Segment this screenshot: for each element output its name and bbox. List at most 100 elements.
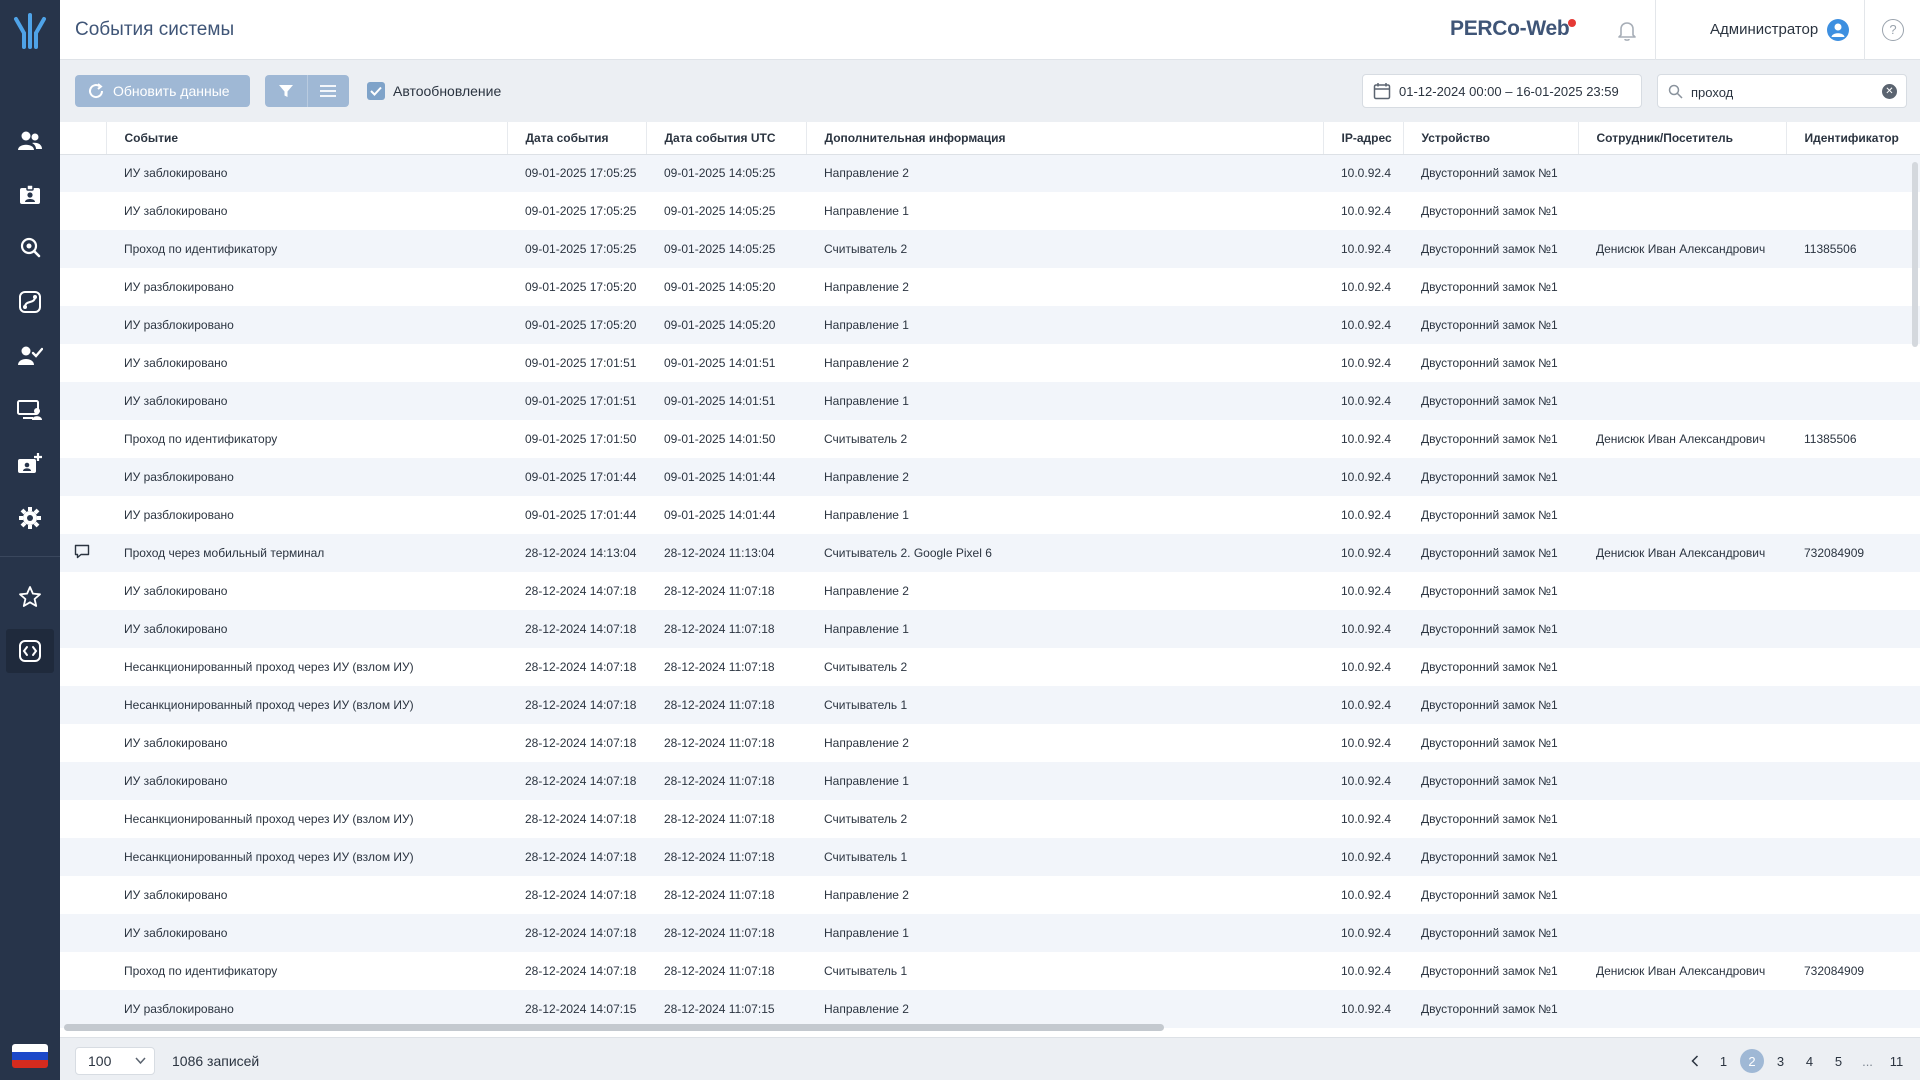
table-row[interactable]: Несанкционированный проход через ИУ (взл…: [60, 838, 1920, 876]
person-cell: [1578, 686, 1786, 724]
table-row[interactable]: ИУ заблокировано 28-12-2024 14:07:18 28-12…: [60, 572, 1920, 610]
table-row[interactable]: ИУ заблокировано 28-12-2024 14:07:18 28-12…: [60, 610, 1920, 648]
page-button[interactable]: 11: [1882, 1047, 1911, 1075]
table-row[interactable]: ИУ заблокировано 09-01-2025 17:05:25 09-01…: [60, 192, 1920, 230]
event-date-cell: 09-01-2025 17:01:44: [507, 496, 646, 534]
table-row[interactable]: ИУ заблокировано 28-12-2024 14:07:18 28-12…: [60, 876, 1920, 914]
table-row[interactable]: Проход через мобильный терминал 28-12-202…: [60, 534, 1920, 572]
id-card-add-icon[interactable]: [6, 442, 54, 486]
table-row[interactable]: Несанкционированный проход через ИУ (взл…: [60, 800, 1920, 838]
ip-column-header[interactable]: IP-адрес: [1323, 122, 1404, 155]
events-icon[interactable]: [0, 629, 60, 673]
chevron-right-icon[interactable]: [1911, 1047, 1920, 1075]
header-separator: [1864, 0, 1865, 60]
event-cell: ИУ заблокировано: [106, 610, 507, 648]
comment-icon[interactable]: [74, 544, 90, 562]
person-cell: [1578, 268, 1786, 306]
table-row[interactable]: Проход по идентификатору 09-01-2025 17:01…: [60, 420, 1920, 458]
filter-icon[interactable]: [265, 75, 307, 107]
person-cell: [1578, 648, 1786, 686]
auto-update-checkbox[interactable]: [367, 82, 385, 100]
page-button[interactable]: 3: [1766, 1047, 1795, 1075]
star-icon[interactable]: [6, 575, 54, 619]
identifier-column-header[interactable]: Идентификатор: [1786, 122, 1920, 155]
table-row[interactable]: Несанкционированный проход через ИУ (взл…: [60, 686, 1920, 724]
event-cell: ИУ заблокировано: [106, 382, 507, 420]
date-range-value: 01-12-2024 00:00 – 16-01-2025 23:59: [1399, 83, 1619, 99]
page-button[interactable]: 1: [1709, 1047, 1738, 1075]
event-cell: ИУ заблокировано: [106, 724, 507, 762]
event-date-column-header[interactable]: Дата события: [507, 122, 647, 155]
table-row[interactable]: ИУ разблокировано 09-01-2025 17:01:44 09-0…: [60, 458, 1920, 496]
table-row[interactable]: ИУ заблокировано 28-12-2024 14:07:18 28-12…: [60, 724, 1920, 762]
icon-column-header[interactable]: [60, 122, 107, 155]
identifier-cell: 732084909: [1786, 534, 1920, 572]
sidebar: [0, 0, 60, 1080]
table-row[interactable]: Несанкционированный проход через ИУ (взл…: [60, 648, 1920, 686]
table-row[interactable]: ИУ разблокировано 09-01-2025 17:01:44 09-0…: [60, 496, 1920, 534]
route-icon[interactable]: [6, 280, 54, 324]
table-row[interactable]: Проход по идентификатору 28-12-2024 14:07…: [60, 952, 1920, 990]
identifier-cell: [1786, 458, 1920, 496]
user-name[interactable]: Администратор: [1710, 21, 1818, 38]
ip-cell: 10.0.92.4: [1323, 534, 1403, 572]
vertical-scrollbar[interactable]: [1912, 162, 1918, 347]
table-row[interactable]: ИУ заблокировано 09-01-2025 17:01:51 09-01…: [60, 344, 1920, 382]
table-row[interactable]: ИУ заблокировано 09-01-2025 17:05:25 09-01…: [60, 154, 1920, 192]
device-cell: Двусторонний замок №1: [1403, 686, 1578, 724]
event-cell: Проход по идентификатору: [106, 420, 507, 458]
chevron-left-icon[interactable]: [1680, 1047, 1709, 1075]
person-column-header[interactable]: Сотрудник/Посетитель: [1578, 122, 1787, 155]
table-row[interactable]: ИУ разблокировано 28-12-2024 14:07:15 28-1…: [60, 990, 1920, 1028]
id-card-icon[interactable]: [6, 173, 54, 217]
row-icon-cell: [60, 648, 106, 686]
avatar[interactable]: [1827, 19, 1849, 41]
help-icon[interactable]: ?: [1882, 19, 1904, 41]
device-column-header[interactable]: Устройство: [1403, 122, 1579, 155]
page-button[interactable]: 2: [1740, 1049, 1764, 1073]
table-row[interactable]: Проход по идентификатору 09-01-2025 17:05…: [60, 230, 1920, 268]
refresh-button[interactable]: Обновить данные: [75, 75, 250, 107]
clear-search-icon[interactable]: ✕: [1882, 84, 1897, 99]
monitor-user-icon[interactable]: [6, 388, 54, 432]
event-date-utc-cell: 28-12-2024 11:07:18: [646, 648, 806, 686]
users-icon[interactable]: [6, 119, 54, 163]
table-row[interactable]: ИУ заблокировано 28-12-2024 14:07:18 28-12…: [60, 762, 1920, 800]
event-date-utc-column-header[interactable]: Дата события UTC: [646, 122, 807, 155]
person-cell: [1578, 458, 1786, 496]
search-box: ✕: [1657, 74, 1907, 108]
device-cell: Двусторонний замок №1: [1403, 344, 1578, 382]
gear-icon[interactable]: [6, 496, 54, 540]
bell-icon[interactable]: [1615, 18, 1639, 42]
language-flag-icon[interactable]: [12, 1044, 48, 1068]
page-size-select[interactable]: 100: [75, 1047, 155, 1075]
ip-cell: 10.0.92.4: [1323, 382, 1403, 420]
extra-info-cell: Направление 1: [806, 382, 1323, 420]
location-search-icon[interactable]: [6, 226, 54, 270]
table-row[interactable]: ИУ разблокировано 09-01-2025 17:05:20 09-0…: [60, 306, 1920, 344]
event-column-header[interactable]: Событие: [106, 122, 508, 155]
device-cell: Двусторонний замок №1: [1403, 838, 1578, 876]
table-row[interactable]: ИУ заблокировано 09-01-2025 17:01:51 09-01…: [60, 382, 1920, 420]
extra-info-cell: Считыватель 2: [806, 648, 1323, 686]
person-cell: [1578, 990, 1786, 1028]
logo-icon[interactable]: [8, 10, 52, 52]
page-button[interactable]: 4: [1795, 1047, 1824, 1075]
date-range-picker[interactable]: 01-12-2024 00:00 – 16-01-2025 23:59: [1362, 74, 1642, 108]
table-row[interactable]: ИУ заблокировано 28-12-2024 14:07:18 28-12…: [60, 914, 1920, 952]
device-cell: Двусторонний замок №1: [1403, 268, 1578, 306]
person-cell: Денисюк Иван Александрович: [1578, 230, 1786, 268]
person-cell: [1578, 154, 1786, 192]
search-input[interactable]: [1691, 81, 1871, 103]
footer: 100 1086 записей 1 2 3 4 5... 11: [60, 1037, 1920, 1080]
user-check-icon[interactable]: [6, 334, 54, 378]
event-date-utc-cell: 28-12-2024 11:07:18: [646, 914, 806, 952]
page-button[interactable]: 5: [1824, 1047, 1853, 1075]
event-date-utc-cell: 28-12-2024 11:07:18: [646, 610, 806, 648]
event-date-utc-cell: 09-01-2025 14:05:20: [646, 268, 806, 306]
event-date-cell: 28-12-2024 14:13:04: [507, 534, 646, 572]
table-row[interactable]: ИУ разблокировано 09-01-2025 17:05:20 09-0…: [60, 268, 1920, 306]
menu-icon[interactable]: [306, 75, 349, 107]
extra-info-column-header[interactable]: Дополнительная информация: [806, 122, 1324, 155]
horizontal-scrollbar[interactable]: [64, 1024, 1164, 1031]
